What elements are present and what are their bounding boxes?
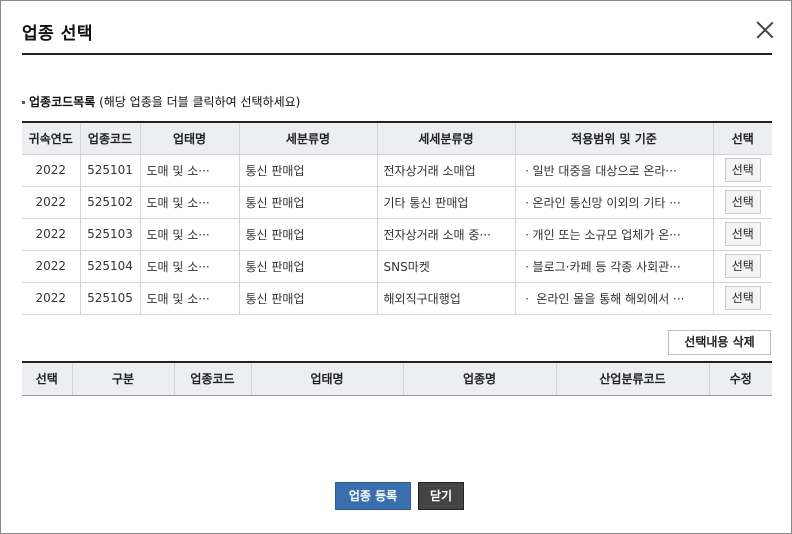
cell-business: 도매 및 소··· [139,217,240,251]
cell-business: 도매 및 소··· [139,185,240,219]
select-button[interactable]: 선택 [724,190,761,214]
cell-code: 525102 [79,185,141,219]
close-icon[interactable] [756,21,774,39]
col-business: 업태명 [139,121,240,155]
section-hint: (해당 업종을 더블 클릭하여 선택하세요) [99,95,301,109]
select-button[interactable]: 선택 [724,222,761,246]
col-industry-class-code: 산업분류코드 [555,361,709,396]
delete-selection-button[interactable]: 선택내용 삭제 [668,330,771,355]
cell-select: 선택 [712,281,772,315]
select-button[interactable]: 선택 [724,158,761,182]
cell-subcategory: 통신 판매업 [238,153,378,187]
cell-year: 2022 [22,249,81,283]
cell-subcategory: 통신 판매업 [238,249,378,283]
table-row[interactable]: 2022 525104 도매 및 소··· 통신 판매업 SNS마켓 ㆍ블로그·… [22,249,772,283]
col-code: 업종코드 [79,121,141,155]
close-button[interactable]: 닫기 [418,482,464,510]
cell-detail-category: 해외직구대행업 [376,281,516,315]
section-title: 업종코드목록 [29,95,96,109]
cell-code: 525103 [79,217,141,251]
bullet-icon [22,101,25,104]
col-subcategory: 세분류명 [238,121,378,155]
cell-code: 525105 [79,281,141,315]
table-row[interactable]: 2022 525101 도매 및 소··· 통신 판매업 전자상거래 소매업 ㆍ… [22,153,772,187]
section-heading: 업종코드목록 (해당 업종을 더블 클릭하여 선택하세요) [22,93,300,110]
selected-industry-table: 선택 구분 업종코드 업태명 업종명 산업분류코드 수정 [22,361,772,396]
col-industry-code: 업종코드 [173,361,251,396]
cell-business: 도매 및 소··· [139,249,240,283]
cell-select: 선택 [712,217,772,251]
col-detail-category: 세세분류명 [376,121,516,155]
col-business-type: 업태명 [250,361,403,396]
cell-select: 선택 [712,185,772,219]
cell-business: 도매 및 소··· [139,281,240,315]
table-row[interactable]: 2022 525105 도매 및 소··· 통신 판매업 해외직구대행업 ㆍ 온… [22,281,772,315]
col-select: 선택 [22,361,72,396]
cell-select: 선택 [712,249,772,283]
cell-scope: ㆍ 온라인 몰을 통해 해외에서 ··· [514,281,714,315]
cell-scope: ㆍ블로그·카페 등 각종 사회관··· [514,249,714,283]
col-edit: 수정 [708,361,772,396]
cell-business: 도매 및 소··· [139,153,240,187]
select-button[interactable]: 선택 [724,254,761,278]
cell-subcategory: 통신 판매업 [238,281,378,315]
cell-code: 525104 [79,249,141,283]
select-button[interactable]: 선택 [724,286,761,310]
col-year: 귀속연도 [22,121,81,155]
cell-code: 525101 [79,153,141,187]
table-row[interactable]: 2022 525103 도매 및 소··· 통신 판매업 전자상거래 소매 중·… [22,217,772,251]
industry-code-table: 귀속연도 업종코드 업태명 세분류명 세세분류명 적용범위 및 기준 선택 20… [22,121,772,315]
cell-year: 2022 [22,185,81,219]
title-divider [22,53,772,55]
register-industry-button[interactable]: 업종 등록 [335,482,411,510]
cell-scope: ㆍ개인 또는 소규모 업체가 온··· [514,217,714,251]
cell-year: 2022 [22,281,81,315]
cell-select: 선택 [712,153,772,187]
cell-subcategory: 통신 판매업 [238,185,378,219]
cell-detail-category: 전자상거래 소매 중··· [376,217,516,251]
cell-detail-category: 기타 통신 판매업 [376,185,516,219]
industry-select-dialog: 업종 선택 업종코드목록 (해당 업종을 더블 클릭하여 선택하세요) 귀속연도… [0,0,792,534]
cell-scope: ㆍ온라인 통신망 이외의 기타 ··· [514,185,714,219]
cell-subcategory: 통신 판매업 [238,217,378,251]
col-industry-name: 업종명 [402,361,556,396]
cell-year: 2022 [22,217,81,251]
cell-detail-category: 전자상거래 소매업 [376,153,516,187]
col-category: 구분 [71,361,174,396]
cell-detail-category: SNS마켓 [376,249,516,283]
col-select: 선택 [712,121,772,155]
col-scope: 적용범위 및 기준 [514,121,714,155]
table-row[interactable]: 2022 525102 도매 및 소··· 통신 판매업 기타 통신 판매업 ㆍ… [22,185,772,219]
cell-scope: ㆍ일반 대중을 대상으로 온라··· [514,153,714,187]
dialog-title: 업종 선택 [22,24,93,44]
cell-year: 2022 [22,153,81,187]
